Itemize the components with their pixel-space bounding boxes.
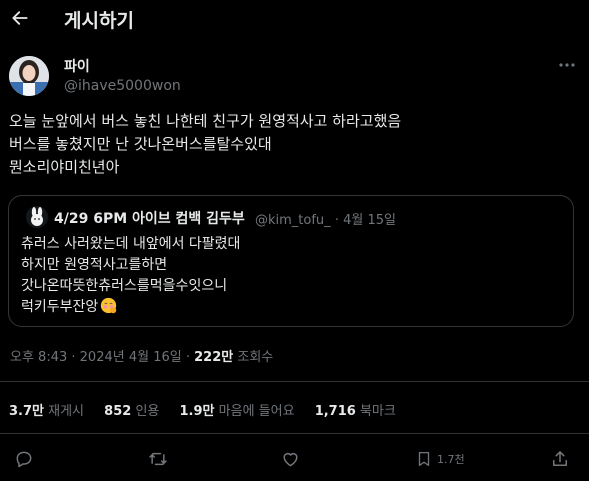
bookmark-button[interactable]: 1.7천 xyxy=(415,447,465,471)
engagement-stats: 3.7만 재게시 852 인용 1.9만 마음에 들어요 1,716 북마크 xyxy=(9,400,412,419)
back-arrow-icon xyxy=(12,11,28,25)
blushing-emoji-icon xyxy=(100,297,117,321)
quoted-post[interactable]: 4/29 6PM 아이브 컴백 김두부 @kim_tofu_ · 4월 15일 … xyxy=(8,195,574,327)
quotes-stat[interactable]: 852 인용 xyxy=(104,400,159,419)
repost-button[interactable] xyxy=(147,447,169,471)
bookmarks-stat[interactable]: 1,716 북마크 xyxy=(315,400,396,419)
divider xyxy=(0,381,589,382)
share-icon xyxy=(553,451,567,466)
post-text: 오늘 눈앞에서 버스 놓친 나한테 친구가 원영적사고 하라고했음 버스를 놓쳤… xyxy=(9,112,402,176)
post-time[interactable]: 오후 8:43 xyxy=(10,350,67,365)
bookmark-count: 1.7천 xyxy=(437,453,465,466)
repost-icon xyxy=(149,452,167,466)
like-button[interactable] xyxy=(280,447,301,471)
divider xyxy=(0,433,589,434)
post-author: 파이 @ihave5000won xyxy=(8,54,583,100)
reply-icon xyxy=(16,451,32,468)
quotes-label: 인용 xyxy=(135,404,160,419)
page-title: 게시하기 xyxy=(64,10,134,32)
likes-count: 1.9만 xyxy=(179,404,215,419)
quote-text: 츄러스 사러왔는데 내앞에서 다팔렸대 하지만 원영적사고를하면 갓나온따뜻한츄… xyxy=(21,236,241,315)
quote-text-block: 츄러스 사러왔는데 내앞에서 다팔렸대 하지만 원영적사고를하면 갓나온따뜻한츄… xyxy=(21,234,561,321)
reposts-label: 재게시 xyxy=(48,404,85,419)
quote-avatar[interactable] xyxy=(26,206,48,228)
action-bar: 1.7천 xyxy=(0,445,589,475)
bookmarks-label: 북마크 xyxy=(359,404,396,419)
post-timestamp: 오후 8:43 · 2024년 4월 16일 · 222만 조회수 xyxy=(10,346,273,365)
quote-author-name: 4/29 6PM 아이브 컴백 김두부 xyxy=(54,211,245,227)
share-button[interactable] xyxy=(550,447,570,471)
views-label: 조회수 xyxy=(237,350,274,365)
back-button[interactable] xyxy=(9,7,31,29)
reposts-count: 3.7만 xyxy=(9,404,44,419)
quote-author-handle: @kim_tofu_ xyxy=(255,213,331,228)
post-date[interactable]: 2024년 4월 16일 xyxy=(80,350,182,365)
views-count: 222만 xyxy=(194,350,234,365)
separator: · xyxy=(71,350,80,365)
quotes-count: 852 xyxy=(104,404,132,419)
bookmark-icon xyxy=(418,451,430,467)
reposts-stat[interactable]: 3.7만 재게시 xyxy=(9,400,84,419)
author-handle[interactable]: @ihave5000won xyxy=(64,78,181,94)
quote-meta: @kim_tofu_ · 4월 15일 xyxy=(255,209,396,228)
quote-date: 4월 15일 xyxy=(343,213,396,228)
author-name[interactable]: 파이 xyxy=(64,56,90,76)
like-icon xyxy=(283,453,298,467)
top-bar: 게시하기 xyxy=(0,0,589,38)
likes-label: 마음에 들어요 xyxy=(218,404,295,419)
more-button[interactable] xyxy=(556,56,578,74)
separator: · xyxy=(334,213,344,228)
reply-button[interactable] xyxy=(14,447,34,471)
separator: · xyxy=(185,350,195,365)
more-icon xyxy=(559,63,575,67)
avatar[interactable] xyxy=(9,56,49,96)
likes-stat[interactable]: 1.9만 마음에 들어요 xyxy=(180,400,295,419)
bookmarks-count: 1,716 xyxy=(314,404,356,419)
